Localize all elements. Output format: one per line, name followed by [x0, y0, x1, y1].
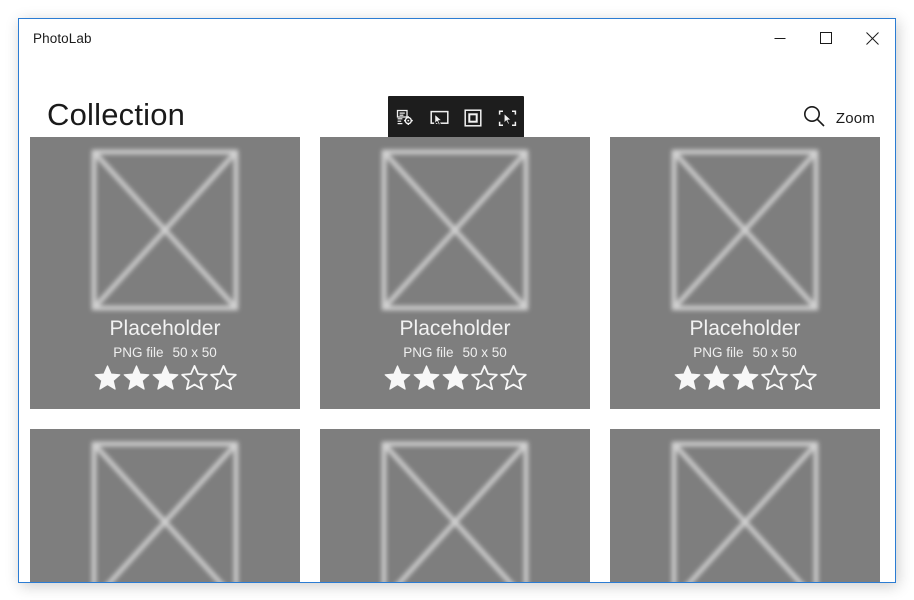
desktop-background: PhotoLab Collection Zoom Placeholder PNG…	[0, 0, 914, 600]
close-button[interactable]	[849, 19, 895, 57]
photo-dimensions: 50 x 50	[172, 345, 217, 361]
maximize-button[interactable]	[803, 19, 849, 57]
photo-file-type: PNG file	[403, 345, 454, 361]
star-filled-icon[interactable]	[412, 363, 441, 392]
photo-card[interactable]: PlaceholderPNG file50 x 50	[30, 429, 300, 582]
list-target-icon	[395, 108, 415, 128]
star-filled-icon[interactable]	[383, 363, 412, 392]
star-empty-icon[interactable]	[499, 363, 528, 392]
photo-thumbnail	[320, 429, 590, 582]
select-element-button[interactable]	[423, 102, 455, 134]
inspect-element-button[interactable]	[389, 102, 421, 134]
minimize-icon	[774, 32, 786, 44]
photo-card[interactable]: Placeholder PNG file 50 x 50	[610, 137, 880, 409]
capture-element-button[interactable]	[491, 102, 523, 134]
window-title: PhotoLab	[33, 30, 92, 46]
photo-meta: PNG file 50 x 50	[403, 345, 507, 360]
star-filled-icon[interactable]	[673, 363, 702, 392]
rating-stars[interactable]	[383, 363, 528, 392]
rating-stars[interactable]	[93, 363, 238, 392]
photo-name: Placeholder	[399, 317, 511, 340]
broken-image-icon	[91, 149, 239, 310]
broken-image-icon	[671, 149, 819, 310]
photo-thumbnail	[30, 429, 300, 582]
broken-image-icon	[91, 441, 239, 582]
star-empty-icon[interactable]	[789, 363, 818, 392]
star-filled-icon[interactable]	[441, 363, 470, 392]
star-filled-icon[interactable]	[151, 363, 180, 392]
application-window: PhotoLab Collection Zoom Placeholder PNG…	[18, 18, 896, 583]
page-header: Collection Zoom	[19, 57, 895, 145]
star-empty-icon[interactable]	[760, 363, 789, 392]
star-empty-icon[interactable]	[209, 363, 238, 392]
photo-thumbnail	[30, 137, 300, 322]
photo-name: Placeholder	[109, 317, 221, 340]
zoom-label: Zoom	[835, 110, 875, 127]
photo-name: Placeholder	[689, 317, 801, 340]
photo-card[interactable]: PlaceholderPNG file50 x 50	[610, 429, 880, 582]
window-controls	[757, 19, 895, 57]
photo-thumbnail	[610, 137, 880, 322]
search-icon	[801, 103, 827, 134]
star-empty-icon[interactable]	[180, 363, 209, 392]
zoom-control[interactable]: Zoom	[801, 103, 875, 134]
broken-image-icon	[381, 441, 529, 582]
maximize-icon	[820, 32, 832, 44]
photo-meta: PNG file 50 x 50	[113, 345, 217, 360]
minimize-button[interactable]	[757, 19, 803, 57]
photo-thumbnail	[320, 137, 590, 322]
photo-card[interactable]: PlaceholderPNG file50 x 50	[320, 429, 590, 582]
star-filled-icon[interactable]	[702, 363, 731, 392]
photo-dimensions: 50 x 50	[752, 345, 797, 361]
photo-file-type: PNG file	[113, 345, 164, 361]
page-title: Collection	[47, 97, 186, 132]
toolbar-button-group	[389, 96, 523, 137]
photo-gallery: Placeholder PNG file 50 x 50 Placeholder PNG…	[30, 137, 886, 582]
photo-card[interactable]: Placeholder PNG file 50 x 50	[320, 137, 590, 409]
nested-squares-icon	[463, 108, 483, 128]
photo-file-type: PNG file	[693, 345, 744, 361]
broken-image-icon	[381, 149, 529, 310]
photo-thumbnail	[610, 429, 880, 582]
star-empty-icon[interactable]	[470, 363, 499, 392]
highlight-element-button[interactable]	[457, 102, 489, 134]
pointer-in-frame-icon	[429, 108, 450, 129]
star-filled-icon[interactable]	[93, 363, 122, 392]
pointer-brackets-icon	[497, 108, 518, 129]
broken-image-icon	[671, 441, 819, 582]
close-icon	[865, 31, 879, 45]
window-titlebar[interactable]: PhotoLab	[19, 19, 895, 57]
rating-stars[interactable]	[673, 363, 818, 392]
photo-dimensions: 50 x 50	[462, 345, 507, 361]
photo-meta: PNG file 50 x 50	[693, 345, 797, 360]
photo-card[interactable]: Placeholder PNG file 50 x 50	[30, 137, 300, 409]
star-filled-icon[interactable]	[122, 363, 151, 392]
star-filled-icon[interactable]	[731, 363, 760, 392]
